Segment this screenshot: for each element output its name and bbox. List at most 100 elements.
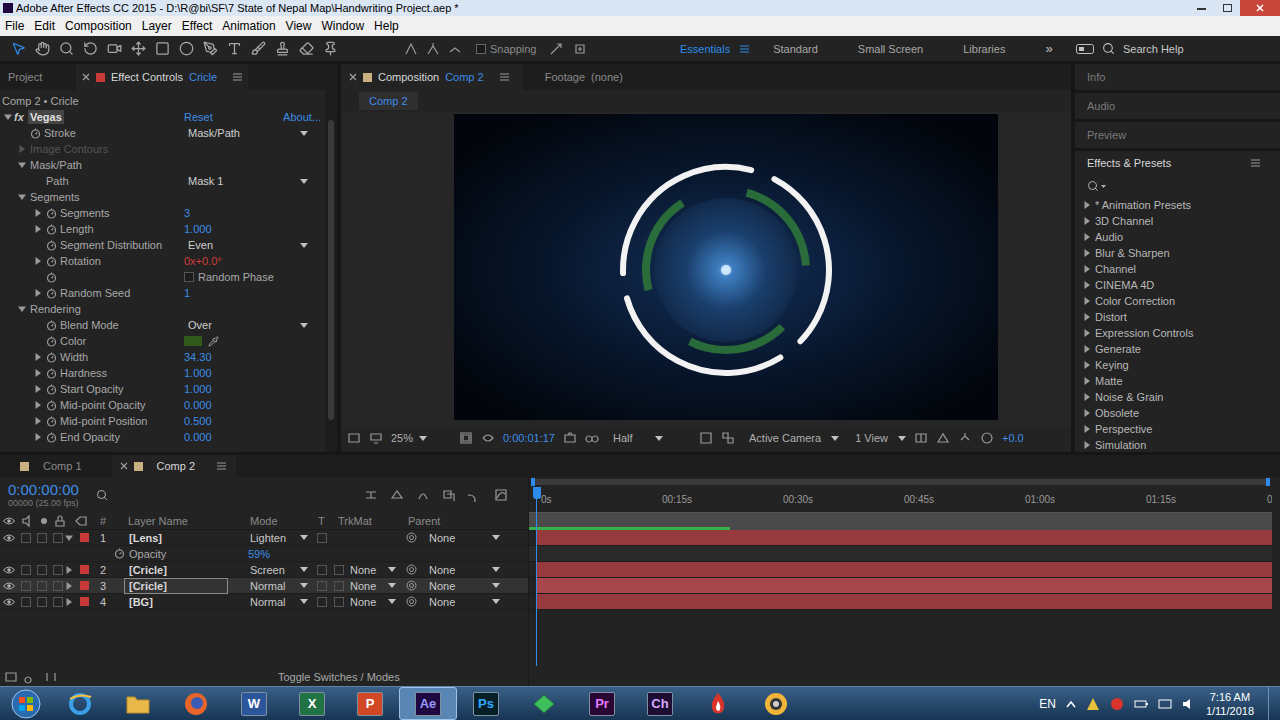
twirl-closed-icon[interactable] bbox=[65, 598, 73, 606]
switch-box[interactable] bbox=[21, 533, 31, 543]
stopwatch-icon[interactable] bbox=[46, 384, 57, 395]
parent-dropdown[interactable]: None bbox=[423, 579, 500, 593]
flowchart-icon[interactable] bbox=[958, 431, 972, 445]
pan-behind-tool-icon[interactable] bbox=[131, 41, 146, 56]
collapsed-panel[interactable]: Info bbox=[1075, 64, 1280, 90]
trkmat-dropdown[interactable]: None bbox=[350, 563, 396, 577]
effects-category[interactable]: Audio bbox=[1075, 229, 1280, 245]
navigator-end-handle[interactable] bbox=[1266, 478, 1270, 486]
eye-icon[interactable] bbox=[3, 598, 15, 606]
workspace-tab[interactable]: Libraries bbox=[963, 42, 1005, 56]
motion-blur-icon[interactable] bbox=[468, 488, 482, 502]
mode-dropdown[interactable]: Normal bbox=[248, 579, 314, 593]
mode-dropdown[interactable]: Screen bbox=[248, 563, 314, 577]
channel-icon[interactable] bbox=[585, 431, 599, 445]
effects-category[interactable]: Blur & Sharpen bbox=[1075, 245, 1280, 261]
stopwatch-icon[interactable] bbox=[46, 400, 57, 411]
exposure-reset-icon[interactable] bbox=[980, 431, 994, 445]
effects-category[interactable]: Noise & Grain bbox=[1075, 389, 1280, 405]
workspace-tab[interactable]: Standard bbox=[773, 42, 818, 56]
dropdown-arrow-icon[interactable] bbox=[419, 436, 427, 441]
layer-row[interactable]: 3[Cricle]NormalNoneNone bbox=[0, 578, 528, 594]
snapshot-icon[interactable] bbox=[563, 431, 577, 445]
twirl-closed-icon[interactable] bbox=[34, 209, 42, 217]
twirl-closed-icon[interactable] bbox=[34, 225, 42, 233]
stopwatch-icon[interactable] bbox=[46, 320, 57, 331]
menu-item[interactable]: Animation bbox=[217, 19, 280, 33]
switch-box[interactable] bbox=[53, 533, 63, 543]
taskbar-app[interactable]: Ps bbox=[457, 687, 515, 720]
stopwatch-icon[interactable] bbox=[46, 416, 57, 427]
audio-icon[interactable] bbox=[21, 514, 35, 528]
property-dropdown[interactable]: Mask/Path bbox=[184, 126, 312, 140]
property-value[interactable]: 1.000 bbox=[184, 222, 212, 236]
stopwatch-icon[interactable] bbox=[46, 272, 57, 283]
dropdown-arrow-icon[interactable] bbox=[300, 323, 308, 328]
menu-item[interactable]: Window bbox=[316, 19, 369, 33]
stopwatch-icon[interactable] bbox=[46, 224, 57, 235]
effects-category[interactable]: Channel bbox=[1075, 261, 1280, 277]
property-value[interactable]: 34.30 bbox=[184, 350, 212, 364]
eye-icon[interactable] bbox=[3, 534, 15, 542]
effects-category[interactable]: * Animation Presets bbox=[1075, 197, 1280, 213]
menu-item[interactable]: Composition bbox=[60, 19, 137, 33]
time-navigator[interactable] bbox=[529, 477, 1272, 487]
twirl-closed-icon[interactable] bbox=[1083, 265, 1091, 273]
toggle-switches-modes[interactable]: Toggle Switches / Modes bbox=[278, 670, 400, 684]
switch-box[interactable] bbox=[334, 565, 344, 575]
expand-layer-switches-icon[interactable] bbox=[4, 670, 18, 684]
expand-transfer-controls-icon[interactable] bbox=[24, 670, 38, 684]
twirl-closed-icon[interactable] bbox=[1083, 217, 1091, 225]
fast-preview-icon[interactable] bbox=[936, 431, 950, 445]
twirl-closed-icon[interactable] bbox=[1083, 377, 1091, 385]
dropdown-arrow-icon[interactable] bbox=[655, 436, 663, 441]
property-dropdown[interactable]: Mask 1 bbox=[184, 174, 312, 188]
panel-tab[interactable]: Project bbox=[0, 64, 76, 90]
eye-icon[interactable] bbox=[3, 517, 15, 525]
more-workspaces-button[interactable]: » bbox=[1045, 42, 1052, 56]
twirl-closed-icon[interactable] bbox=[34, 385, 42, 393]
snap-option-icon[interactable] bbox=[549, 42, 563, 56]
parent-dropdown[interactable]: None bbox=[423, 531, 500, 545]
eye-icon[interactable] bbox=[3, 582, 15, 590]
puppet-tool-icon[interactable] bbox=[323, 41, 338, 56]
fx-toggle[interactable]: fx bbox=[14, 110, 28, 124]
lock-icon[interactable] bbox=[53, 514, 67, 528]
effects-category[interactable]: CINEMA 4D bbox=[1075, 277, 1280, 293]
dropdown-arrow-icon[interactable] bbox=[831, 436, 839, 441]
switch-box[interactable] bbox=[317, 581, 327, 591]
timeline-tab[interactable]: Comp 1 bbox=[0, 455, 112, 477]
language-indicator[interactable]: EN bbox=[1039, 697, 1056, 711]
twirl-closed-icon[interactable] bbox=[34, 353, 42, 361]
magnification-icon[interactable] bbox=[347, 431, 361, 445]
twirl-closed-icon[interactable] bbox=[34, 417, 42, 425]
hand-tool-icon[interactable] bbox=[35, 41, 50, 56]
twirl-closed-icon[interactable] bbox=[1083, 361, 1091, 369]
workspace-tab[interactable]: Essentials bbox=[680, 42, 749, 56]
panel-menu-icon[interactable] bbox=[217, 462, 226, 470]
stopwatch-icon[interactable] bbox=[114, 548, 125, 559]
taskbar-app[interactable] bbox=[167, 687, 225, 720]
property-value[interactable]: 59% bbox=[248, 547, 270, 561]
property-value[interactable]: 3 bbox=[184, 206, 190, 220]
taskbar-app[interactable] bbox=[747, 687, 805, 720]
taskbar-app[interactable]: Ch bbox=[631, 687, 689, 720]
transparency-grid-icon[interactable] bbox=[721, 431, 735, 445]
monitor-icon[interactable] bbox=[369, 431, 383, 445]
switch-box[interactable] bbox=[21, 565, 31, 575]
camera-tool-icon[interactable] bbox=[107, 41, 122, 56]
layer-search-icon[interactable] bbox=[96, 489, 108, 501]
selection-tool-icon[interactable] bbox=[11, 41, 26, 56]
pickwhip-icon[interactable] bbox=[406, 532, 417, 543]
eraser-tool-icon[interactable] bbox=[299, 41, 314, 56]
effects-category[interactable]: Generate bbox=[1075, 341, 1280, 357]
twirl-closed-icon[interactable] bbox=[65, 566, 73, 574]
mask-tool-icon[interactable] bbox=[155, 41, 170, 56]
panel-tab[interactable]: CompositionComp 2 bbox=[341, 64, 523, 90]
effects-category[interactable]: Obsolete bbox=[1075, 405, 1280, 421]
menu-item[interactable]: Help bbox=[369, 19, 404, 33]
current-time-indicator[interactable] bbox=[536, 487, 537, 666]
taskbar-app[interactable]: X bbox=[283, 687, 341, 720]
pickwhip-icon[interactable] bbox=[406, 596, 417, 607]
stopwatch-icon[interactable] bbox=[46, 336, 57, 347]
